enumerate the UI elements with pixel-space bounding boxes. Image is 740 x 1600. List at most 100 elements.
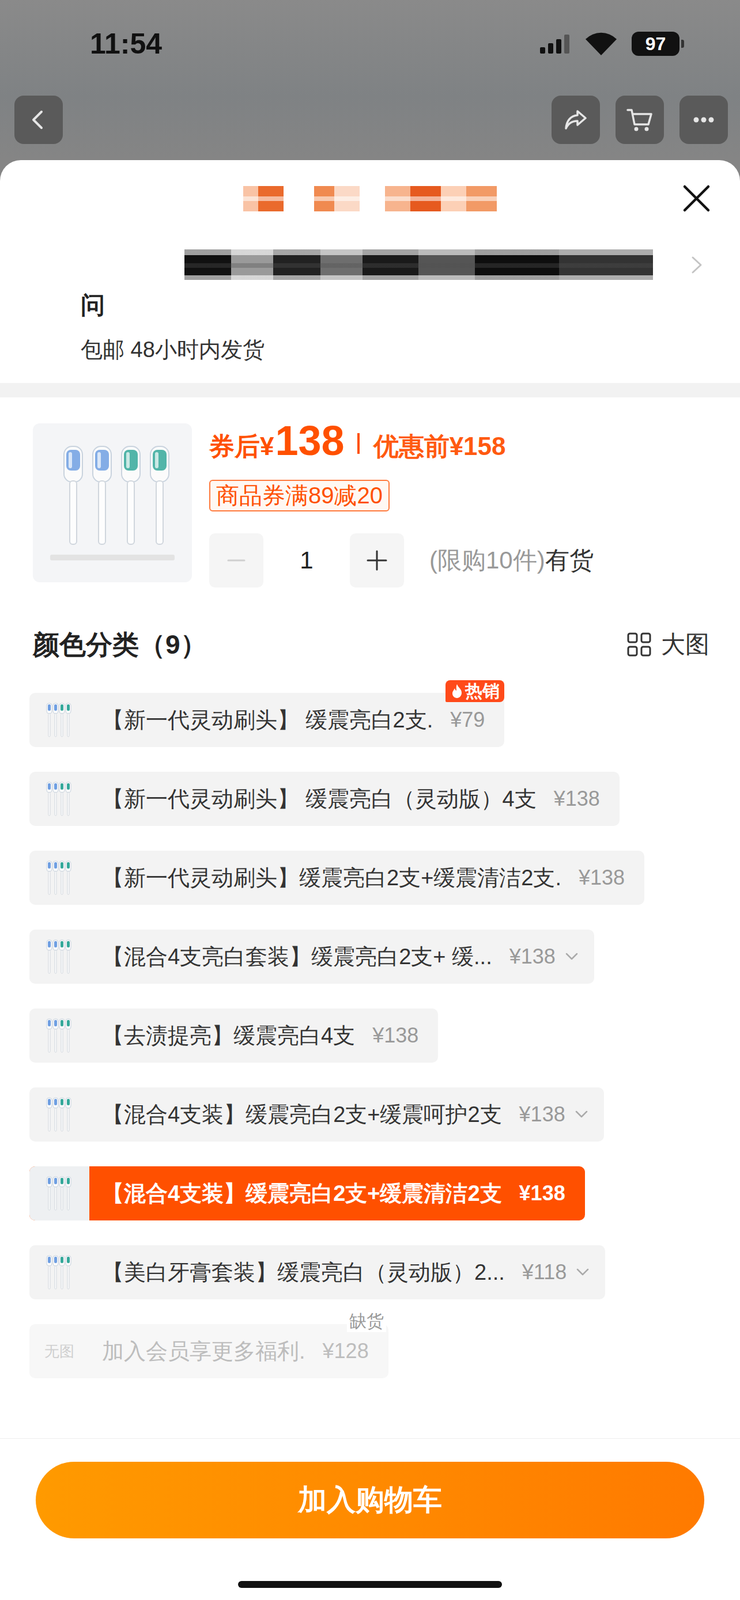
battery-icon: 97 (631, 31, 685, 56)
option-thumbnail (29, 1088, 90, 1143)
more-button[interactable] (679, 95, 728, 145)
shipping-info: 包邮 48小时内发货 (0, 334, 740, 366)
battery-level: 97 (631, 31, 680, 56)
option-photo-icon (45, 1096, 74, 1135)
option-label: 【混合4支亮白套装】缓震亮白2支+ 缓... (102, 930, 493, 985)
decrement-button (209, 533, 264, 588)
option-photo-icon (45, 938, 74, 977)
option-thumbnail (29, 1167, 90, 1222)
no-image-label: 无图 (44, 1342, 75, 1363)
stock-status: 有货 (545, 544, 594, 577)
price-amount: 138 (274, 423, 345, 459)
option-label: 【新一代灵动刷头】缓震亮白2支+缓震清洁2支. (102, 851, 562, 906)
option-thumbnail (29, 772, 90, 827)
expand-toggle[interactable] (573, 1088, 590, 1143)
option-price: ¥138 (553, 772, 600, 827)
more-icon (689, 105, 719, 135)
chevron-down-icon (574, 1265, 591, 1282)
large-view-label: 大图 (661, 628, 710, 662)
price-line: 券后¥138 优惠前¥158 (209, 423, 594, 464)
option-label: 【去渍提亮】缓震亮白4支 (102, 1009, 356, 1064)
cart-icon (624, 104, 655, 135)
option-label: 【新一代灵动刷头】 缓震亮白2支. (102, 693, 433, 748)
option-thumbnail (29, 851, 90, 906)
status-bar: 11:5497 (0, 0, 740, 88)
close-icon (681, 183, 712, 214)
redacted-address (184, 249, 653, 281)
price-currency: ¥ (259, 429, 274, 464)
section-divider (0, 383, 740, 398)
signal-icon (540, 34, 571, 54)
product-photo-backdrop: 11:5497 (0, 0, 740, 161)
expand-toggle[interactable] (563, 930, 580, 985)
option-item[interactable]: 【混合4支装】缓震亮白2支+缓震清洁2支 ¥138 (29, 1167, 585, 1222)
option-price: ¥138 (509, 930, 556, 985)
option-thumbnail (29, 1009, 90, 1064)
plus-icon (365, 549, 389, 573)
home-indicator (238, 1582, 502, 1589)
option-item[interactable]: 【混合4支亮白套装】缓震亮白2支+ 缓... ¥138 (29, 930, 595, 985)
option-photo-icon (45, 859, 74, 898)
share-button[interactable] (551, 95, 600, 145)
option-item[interactable]: 【新一代灵动刷头】 缓震亮白（灵动版）4支 ¥138 (29, 772, 620, 827)
close-button[interactable] (681, 183, 712, 214)
option-label: 加入会员享更多福利. (102, 1324, 306, 1380)
option-price: ¥138 (578, 851, 625, 906)
quantity-row: 1 (限购10件)有货 (209, 533, 594, 588)
original-price-label: 优惠前 (373, 429, 450, 464)
option-photo-icon (45, 701, 74, 740)
cart-button[interactable] (615, 95, 664, 145)
option-label: 【美白牙膏套装】缓震亮白（灵动版）2... (102, 1246, 505, 1301)
option-item[interactable]: 【美白牙膏套装】缓震亮白（灵动版）2... ¥118 (29, 1246, 606, 1301)
address-row[interactable] (0, 249, 740, 281)
option-list: 【新一代灵动刷头】 缓震亮白2支.¥79热销【新一代灵动刷头】 缓震亮白（灵动版… (0, 693, 740, 1380)
option-item[interactable]: 【新一代灵动刷头】 缓震亮白2支.¥79热销 (29, 693, 505, 748)
minus-icon (225, 550, 247, 572)
option-thumbnail (29, 693, 90, 748)
option-thumbnail (29, 930, 90, 985)
back-button[interactable] (14, 95, 63, 145)
add-to-cart-button[interactable]: 加入购物车 (35, 1462, 705, 1540)
chevron-down-icon (573, 1107, 590, 1124)
expand-toggle[interactable] (574, 1246, 591, 1301)
option-label: 【新一代灵动刷头】 缓震亮白（灵动版）4支 (102, 772, 537, 827)
option-price: ¥118 (522, 1246, 567, 1301)
out-of-stock-badge: 缺货 (346, 1311, 387, 1334)
wifi-icon (584, 31, 618, 56)
product-photo-icon (32, 423, 192, 583)
option-price: ¥138 (519, 1167, 566, 1222)
option-photo-icon (45, 1017, 74, 1056)
chevron-right-icon (689, 254, 704, 276)
product-summary: 券后¥138优惠前¥158商品券满89减201(限购10件)有货 (0, 397, 740, 588)
share-icon (561, 105, 591, 135)
original-price: ¥158 (449, 429, 507, 464)
option-thumbnail (29, 1246, 90, 1301)
status-icons: 97 (540, 31, 685, 56)
options-title: 颜色分类（9） (32, 628, 207, 662)
price-label: 券后 (209, 429, 260, 464)
option-photo-icon (45, 780, 74, 819)
nav-bar (0, 95, 740, 145)
option-item[interactable]: 【去渍提亮】缓震亮白4支 ¥138 (29, 1009, 439, 1064)
options-header: 颜色分类（9） 大图 (0, 628, 740, 662)
price-separator (357, 433, 360, 455)
option-label: 【混合4支装】缓震亮白2支+缓震清洁2支 (102, 1167, 502, 1222)
chevron-down-icon (563, 949, 580, 966)
increment-button[interactable] (349, 533, 405, 588)
quantity-value[interactable]: 1 (263, 546, 350, 575)
option-price: ¥128 (322, 1324, 369, 1380)
screen: 11:5497问包邮 48小时内发货券后¥138优惠前¥158商品券满89减20… (0, 0, 740, 1600)
option-item[interactable]: 【新一代灵动刷头】缓震亮白2支+缓震清洁2支. ¥138 (29, 851, 645, 906)
option-price: ¥138 (372, 1009, 419, 1064)
option-label: 【混合4支装】缓震亮白2支+缓震呵护2支 (102, 1088, 502, 1143)
product-image[interactable] (32, 423, 192, 583)
option-price: ¥138 (519, 1088, 566, 1143)
option-item: 无图加入会员享更多福利.¥128缺货 (29, 1324, 389, 1380)
purchase-limit: (限购10件) (429, 544, 546, 577)
large-view-toggle[interactable]: 大图 (626, 628, 710, 662)
option-thumbnail: 无图 (29, 1324, 90, 1380)
hot-badge: 热销 (445, 680, 505, 703)
grid-icon (626, 632, 652, 658)
sheet-header: 问包邮 48小时内发货 (0, 160, 740, 384)
option-item[interactable]: 【混合4支装】缓震亮白2支+缓震呵护2支 ¥138 (29, 1088, 604, 1143)
